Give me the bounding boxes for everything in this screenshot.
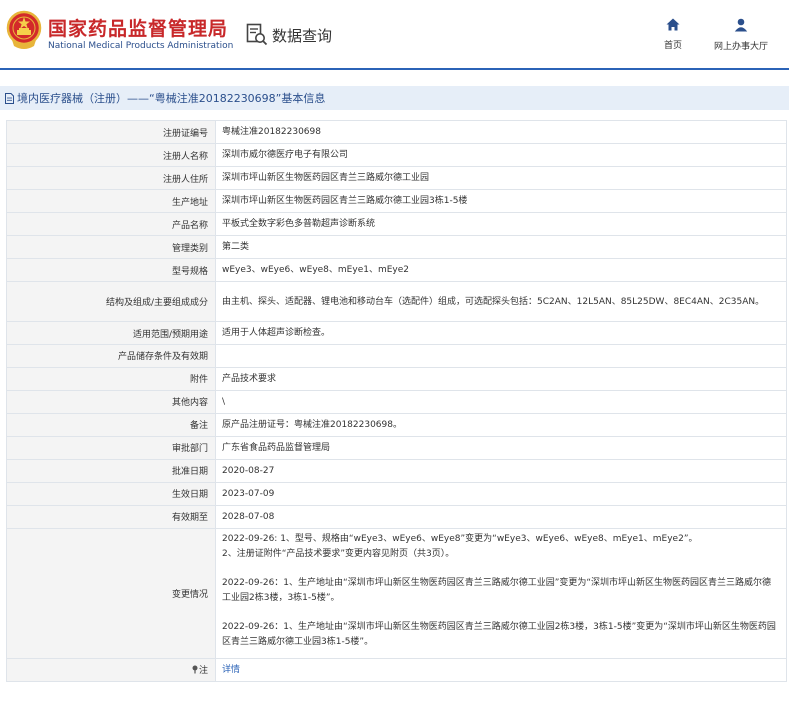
document-search-icon: [246, 23, 268, 46]
table-row: 备注 原产品注册证号：粤械注准20182230698。: [6, 412, 787, 437]
change-history-row: 变更情况 2022-09-26: 1、型号、规格由“wEye3、wEye6、wE…: [6, 527, 787, 659]
row-value: 平板式全数字彩色多普勒超声诊断系统: [215, 212, 787, 236]
row-label: 批准日期: [6, 458, 216, 483]
table-row: 结构及组成/主要组成成分 由主机、探头、适配器、锂电池和移动台车（选配件）组成，可…: [6, 281, 787, 322]
row-label: 型号规格: [6, 258, 216, 282]
table-row: 附件 产品技术要求: [6, 366, 787, 391]
row-label: 注册证编号: [6, 120, 216, 144]
detail-link[interactable]: 详情: [222, 665, 240, 675]
row-label: 管理类别: [6, 235, 216, 259]
row-value: 深圳市威尔德医疗电子有限公司: [215, 143, 787, 167]
row-value: 由主机、探头、适配器、锂电池和移动台车（选配件）组成，可选配探头包括：5C2AN…: [215, 281, 787, 322]
row-label: 结构及组成/主要组成成分: [6, 281, 216, 322]
change-entry: 2022-09-26: 1、型号、规格由“wEye3、wEye6、wEye8”变…: [222, 533, 698, 544]
row-value: 深圳市坪山新区生物医药园区青兰三路威尔德工业园3栋1-5楼: [215, 189, 787, 213]
row-label: 生效日期: [6, 481, 216, 506]
row-label: 注册人名称: [6, 143, 216, 167]
row-value: 2023-07-09: [215, 481, 787, 506]
registration-info-table: 注册证编号 粤械注准20182230698 注册人名称 深圳市威尔德医疗电子有限公司…: [6, 120, 787, 682]
table-row: 适用范围/预期用途 适用于人体超声诊断检查。: [6, 321, 787, 345]
row-value: 产品技术要求: [215, 366, 787, 391]
pin-icon: [192, 665, 198, 674]
user-icon: [734, 18, 748, 32]
row-label: 注册人住所: [6, 166, 216, 190]
row-value: 适用于人体超声诊断检查。: [215, 321, 787, 345]
row-label: 适用范围/预期用途: [6, 321, 216, 345]
home-icon: [666, 18, 680, 31]
org-name-cn[interactable]: 国家药品监督管理局: [48, 14, 228, 41]
row-value: 深圳市坪山新区生物医药园区青兰三路威尔德工业园: [215, 166, 787, 190]
change-history: 2022-09-26: 1、型号、规格由“wEye3、wEye6、wEye8”变…: [215, 527, 787, 659]
table-row: 产品储存条件及有效期: [6, 344, 787, 368]
table-row: 管理类别 第二类: [6, 235, 787, 259]
row-value: [215, 344, 787, 368]
change-entry: 2022-09-26：1、生产地址由“深圳市坪山新区生物医药园区青兰三路威尔德工…: [222, 621, 776, 647]
change-entry: 2022-09-26：1、生产地址由“深圳市坪山新区生物医药园区青兰三路威尔德工…: [222, 577, 772, 603]
change-entry: 2、注册证附件“产品技术要求”变更内容见附页（共3页）。: [222, 548, 455, 559]
note-label-wrap: 注: [191, 663, 208, 676]
row-label: 变更情况: [6, 527, 216, 659]
table-row: 产品名称 平板式全数字彩色多普勒超声诊断系统: [6, 212, 787, 236]
data-query-link[interactable]: 数据查询: [246, 22, 332, 48]
org-name-en[interactable]: National Medical Products Administration: [48, 41, 233, 51]
row-value: 详情: [215, 657, 787, 682]
section-header: 境内医疗器械（注册）——“粤械注准20182230698”基本信息: [0, 86, 789, 110]
row-value: 2020-08-27: [215, 458, 787, 483]
table-row: 批准日期 2020-08-27: [6, 458, 787, 483]
table-row: 注册证编号 粤械注准20182230698: [6, 120, 787, 144]
row-value: \: [215, 389, 787, 414]
nav-service-hall-label: 网上办事大厅: [713, 42, 768, 52]
row-value: 粤械注准20182230698: [215, 120, 787, 144]
nav-service-hall[interactable]: 网上办事大厅: [706, 18, 776, 52]
table-row: 生产地址 深圳市坪山新区生物医药园区青兰三路威尔德工业园3栋1-5楼: [6, 189, 787, 213]
row-value: 广东省食品药品监督管理局: [215, 435, 787, 460]
row-value: 2028-07-08: [215, 504, 787, 529]
row-label: 产品名称: [6, 212, 216, 236]
row-value: 原产品注册证号：粤械注准20182230698。: [215, 412, 787, 437]
nav-home[interactable]: 首页: [656, 18, 690, 51]
table-row: 注册人住所 深圳市坪山新区生物医药园区青兰三路威尔德工业园: [6, 166, 787, 190]
table-row: 型号规格 wEye3、wEye6、wEye8、mEye1、mEye2: [6, 258, 787, 282]
row-label: 备注: [6, 412, 216, 437]
table-row: 其他内容 \: [6, 389, 787, 414]
document-icon: [5, 92, 14, 104]
row-value: 第二类: [215, 235, 787, 259]
note-label: 注: [198, 665, 208, 676]
row-label: 注: [6, 657, 216, 682]
section-title: 境内医疗器械（注册）——“粤械注准20182230698”基本信息: [17, 92, 326, 105]
table-row: 有效期至 2028-07-08: [6, 504, 787, 529]
table-row: 生效日期 2023-07-09: [6, 481, 787, 506]
row-label: 有效期至: [6, 504, 216, 529]
row-label: 生产地址: [6, 189, 216, 213]
note-row: 注 详情: [6, 657, 787, 682]
row-label: 附件: [6, 366, 216, 391]
table-row: 审批部门 广东省食品药品监督管理局: [6, 435, 787, 460]
site-header: 国家药品监督管理局 National Medical Products Admi…: [0, 0, 789, 70]
table-row: 注册人名称 深圳市威尔德医疗电子有限公司: [6, 143, 787, 167]
row-label: 审批部门: [6, 435, 216, 460]
row-label: 产品储存条件及有效期: [6, 344, 216, 368]
data-query-label: 数据查询: [272, 26, 333, 45]
nav-home-label: 首页: [663, 41, 682, 51]
national-emblem-icon: [6, 10, 42, 49]
row-value: wEye3、wEye6、wEye8、mEye1、mEye2: [215, 258, 787, 282]
row-label: 其他内容: [6, 389, 216, 414]
